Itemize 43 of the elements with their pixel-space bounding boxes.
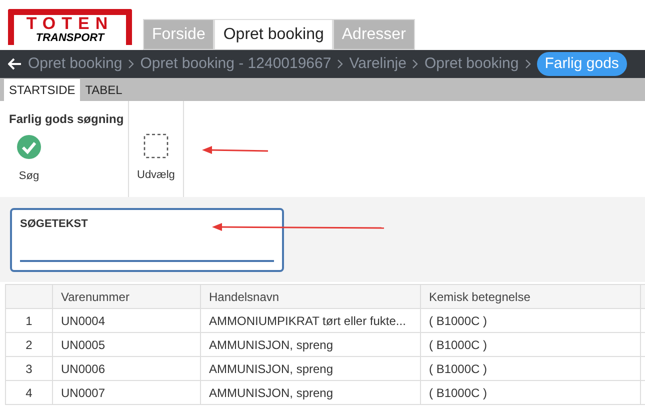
annotation-arrow-icon	[202, 145, 268, 155]
ribbon-tab[interactable]: STARTSIDE	[4, 79, 80, 101]
column-header: Kemisk betegnelse	[421, 285, 641, 308]
ribbon-group-title: Farlig gods søgning	[9, 111, 124, 128]
column-header: Handelsnavn	[201, 285, 421, 308]
chevron-right-icon	[128, 59, 134, 69]
field-label: SØGETEKST	[20, 217, 88, 232]
breadcrumb-link[interactable]: Farlig gods	[536, 52, 627, 76]
table-cell: 1	[6, 309, 53, 332]
chevron-right-icon	[337, 59, 344, 69]
select-button[interactable]: Udvælg	[137, 133, 175, 184]
table-cell: ( B1000C )	[421, 333, 641, 356]
breadcrumb-link[interactable]: Opret booking	[424, 52, 519, 76]
table-cell: UN0004	[53, 309, 201, 332]
table-cell: 4	[6, 381, 53, 404]
table-cell: UN0005	[53, 333, 201, 356]
nav-tab[interactable]: Adresser	[332, 19, 415, 50]
table-cell: AMMUNISJON, spreng	[201, 381, 421, 404]
breadcrumb-link[interactable]: Opret booking	[28, 52, 122, 76]
table-cell: UN0006	[53, 357, 201, 380]
nav-tab[interactable]: Forside	[143, 19, 214, 50]
search-text-field[interactable]: SØGETEKST	[10, 208, 284, 272]
search-button[interactable]: Søg	[9, 134, 49, 184]
table-cell: ( B1000C )	[421, 357, 641, 380]
table-cell: 3	[6, 357, 53, 380]
dashed-square-icon	[142, 133, 169, 159]
chevron-right-icon	[412, 59, 418, 69]
table-cell: AMMUNISJON, spreng	[201, 333, 421, 356]
breadcrumb-link[interactable]: Varelinje	[349, 52, 406, 76]
table-cell: UN0007	[53, 381, 201, 404]
column-header: Varenummer	[53, 285, 201, 308]
nav-tab[interactable]: Opret booking	[214, 19, 333, 50]
table-cell: AMMUNISJON, spreng	[201, 357, 421, 380]
back-arrow-icon[interactable]	[8, 58, 22, 70]
ribbon-tab[interactable]: TABEL	[80, 79, 128, 101]
chevron-right-icon	[524, 59, 531, 69]
table-cell: ( B1000C )	[421, 381, 641, 404]
checkmark-icon	[16, 134, 42, 160]
table-cell: ( B1000C )	[421, 309, 641, 332]
table-cell: AMMONIUMPIKRAT tørt eller fukte...	[201, 309, 421, 332]
breadcrumb-link[interactable]: Opret booking - 1240019667	[140, 52, 332, 76]
annotation-arrow-icon	[212, 222, 384, 232]
table-cell: 2	[6, 333, 53, 356]
